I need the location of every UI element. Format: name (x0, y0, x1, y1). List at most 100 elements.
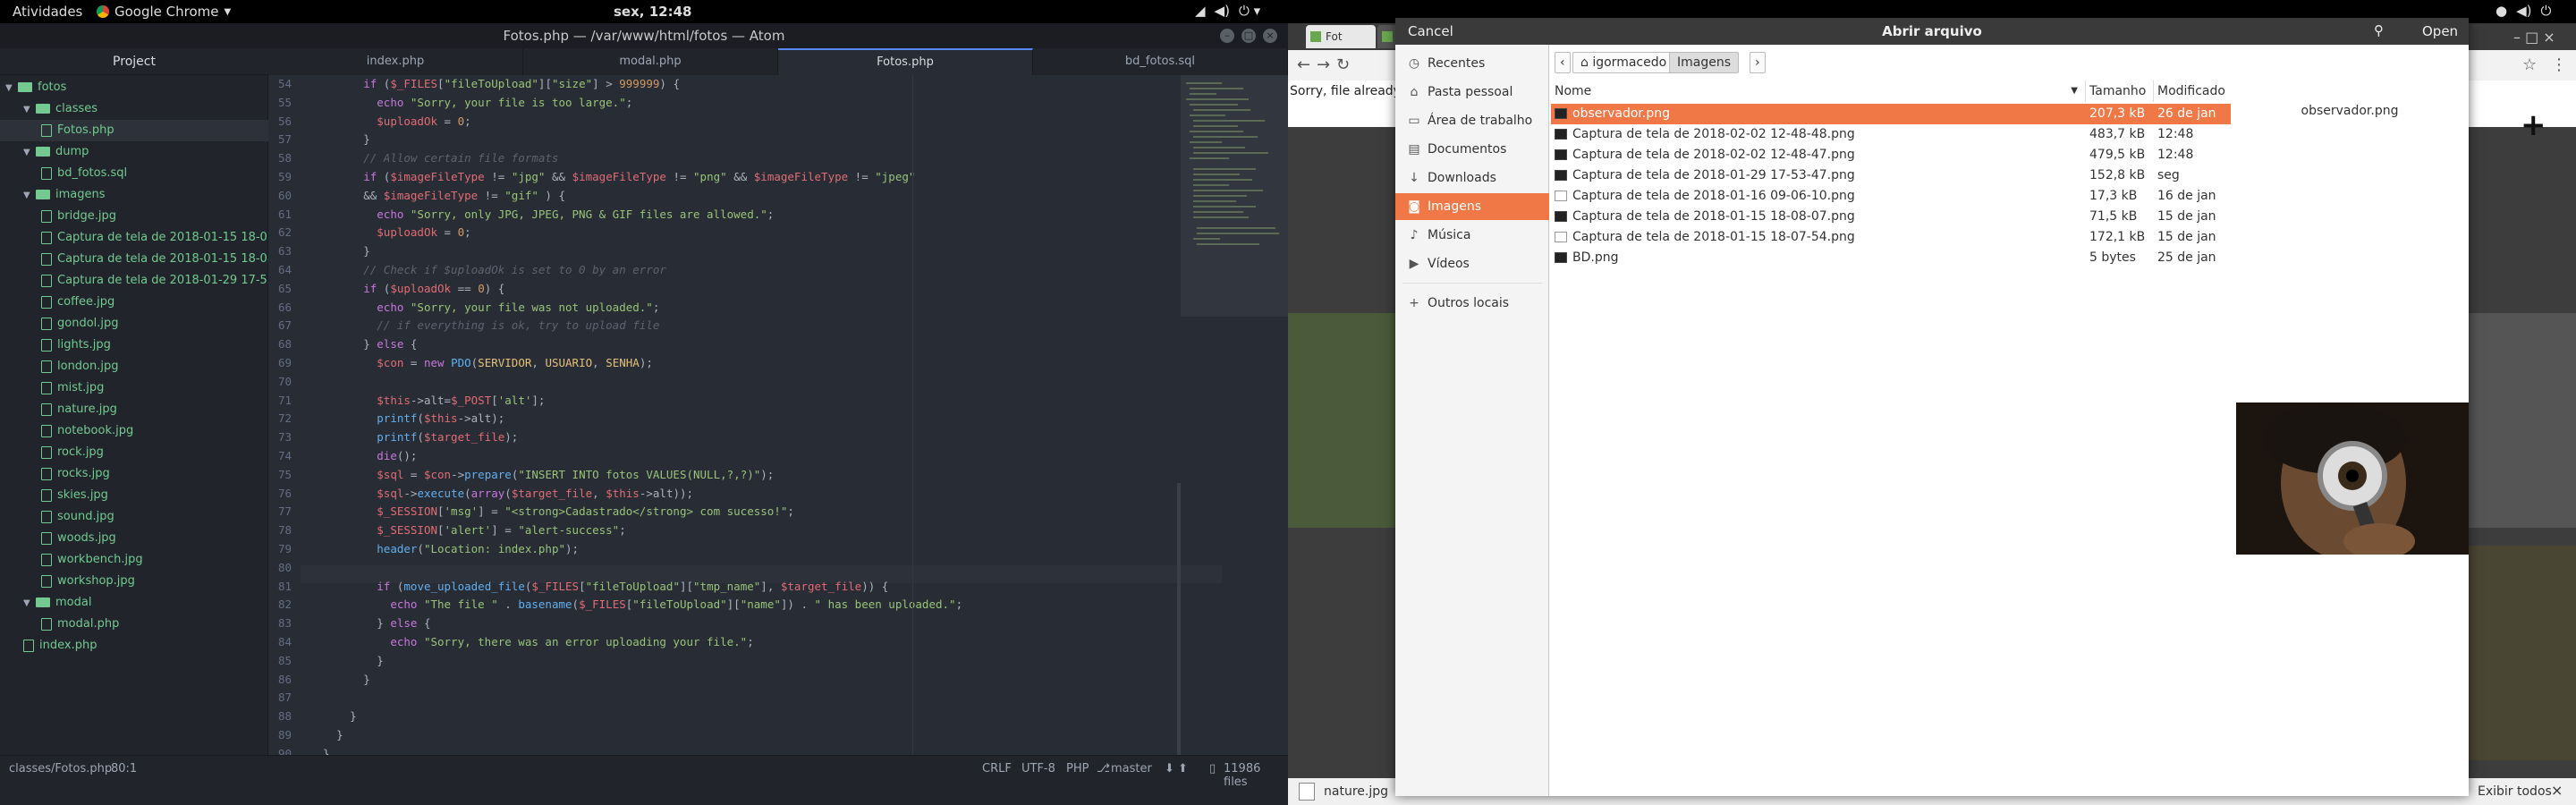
power-icon[interactable]: ⏻ ▾ (1239, 3, 1260, 19)
tree-file[interactable]: london.jpg (0, 356, 268, 377)
menu-icon[interactable]: ⋮ (2551, 55, 2567, 74)
editor-tab[interactable]: bd_fotos.sql (1033, 48, 1288, 75)
tree-file[interactable]: Fotos.php (0, 120, 268, 141)
tree-file[interactable]: workbench.jpg (0, 549, 268, 571)
chevron-down-icon[interactable]: ▼ (5, 78, 18, 98)
code-editor[interactable]: 54 if ($_FILES["fileToUpload"]["size"] >… (268, 75, 1288, 755)
file-row[interactable]: BD.png 5 bytes 25 de jan (1551, 248, 2231, 268)
close-icon[interactable]: × (2551, 782, 2563, 799)
tree-folder[interactable]: ▼ imagens (0, 184, 268, 206)
tree-folder[interactable]: ▼ modal (0, 592, 268, 614)
power-icon-2[interactable]: ⏻ (2540, 3, 2551, 19)
file-row[interactable]: Captura de tela de 2018-01-16 09-06-10.p… (1551, 186, 2231, 207)
column-size[interactable]: Tamanho (2086, 80, 2154, 102)
status-encoding[interactable]: UTF-8 (1021, 762, 1055, 775)
status-branch[interactable]: master (1111, 762, 1152, 775)
tree-folder[interactable]: ▼ classes (0, 98, 268, 120)
tree-file[interactable]: notebook.jpg (0, 420, 268, 442)
place-item[interactable]: ◙ Imagens (1395, 193, 1549, 220)
place-item[interactable]: ▤ Documentos (1395, 136, 1549, 163)
tree-file[interactable]: bridge.jpg (0, 206, 268, 227)
back-icon[interactable]: ← (1297, 55, 1310, 74)
clock[interactable]: sex, 12:48 (614, 4, 691, 20)
user-icon[interactable]: ● (2496, 3, 2507, 19)
tree-file[interactable]: Captura de tela de 2018-01-29 17-53-47.p (0, 270, 268, 292)
tree-file[interactable]: index.php (0, 635, 268, 657)
maximize-icon[interactable]: □ (1241, 29, 1256, 43)
status-file-count[interactable]: 11986 files (1224, 762, 1288, 789)
forward-icon[interactable]: → (1317, 55, 1330, 74)
column-modified[interactable]: Modificado (2154, 80, 2231, 102)
activities-button[interactable]: Atividades (13, 4, 82, 20)
tree-file[interactable]: gondol.jpg (0, 313, 268, 335)
tree-file[interactable]: workshop.jpg (0, 571, 268, 592)
place-item[interactable]: ◷ Recentes (1395, 50, 1549, 77)
tree-file[interactable]: Captura de tela de 2018-01-15 18-07-54.p (0, 227, 268, 249)
chevron-down-icon[interactable]: ▼ (23, 185, 36, 206)
project-header[interactable]: Project (0, 48, 268, 75)
place-item[interactable]: ▶ Vídeos (1395, 250, 1549, 277)
path-forward-icon[interactable]: › (1750, 52, 1766, 73)
close-icon[interactable]: × (1263, 29, 1277, 43)
place-item[interactable]: + Outros locais (1395, 290, 1549, 317)
place-item[interactable]: ♪ Música (1395, 222, 1549, 249)
show-all-downloads[interactable]: Exibir todos (2478, 784, 2552, 799)
place-item[interactable]: ▭ Área de trabalho (1395, 107, 1549, 134)
tree-file[interactable]: rocks.jpg (0, 463, 268, 485)
cancel-button[interactable]: Cancel (1408, 23, 1453, 39)
place-item[interactable]: ⌂ Pasta pessoal (1395, 79, 1549, 106)
status-grammar[interactable]: PHP (1066, 762, 1089, 775)
file-row[interactable]: Captura de tela de 2018-02-02 12-48-47.p… (1551, 145, 2231, 165)
star-icon[interactable]: ☆ (2522, 55, 2537, 74)
tree-file[interactable]: nature.jpg (0, 399, 268, 420)
file-row[interactable]: Captura de tela de 2018-01-15 18-08-07.p… (1551, 207, 2231, 227)
tree-file[interactable]: bd_fotos.sql (0, 163, 268, 184)
tree-file[interactable]: woods.jpg (0, 528, 268, 549)
gallery-image[interactable] (1288, 313, 1395, 528)
tree-file[interactable]: skies.jpg (0, 485, 268, 506)
tree-file[interactable]: sound.jpg (0, 506, 268, 528)
chevron-down-icon[interactable]: ▼ (23, 142, 36, 163)
file-row[interactable]: Captura de tela de 2018-01-29 17-53-47.p… (1551, 165, 2231, 186)
download-item[interactable]: nature.jpg (1324, 784, 1388, 799)
status-line-ending[interactable]: CRLF (982, 762, 1012, 775)
tree-file[interactable]: rock.jpg (0, 442, 268, 463)
editor-tab[interactable]: Fotos.php (778, 48, 1033, 75)
open-button[interactable]: Open (2422, 23, 2458, 39)
chevron-down-icon[interactable]: ▼ (23, 593, 36, 614)
tree-file[interactable]: modal.php (0, 614, 268, 635)
volume-icon-2[interactable]: ◀) (2516, 3, 2531, 19)
volume-icon[interactable]: ◀) (1215, 3, 1230, 19)
wifi-icon[interactable]: ◢ (1195, 3, 1206, 19)
tree-folder[interactable]: ▼ dump (0, 141, 268, 163)
chevron-down-icon[interactable]: ▼ (23, 99, 36, 120)
search-icon[interactable]: ⚲ (2374, 22, 2384, 38)
reload-icon[interactable]: ↻ (1336, 55, 1350, 74)
file-row[interactable]: observador.png 207,3 kB 26 de jan (1551, 104, 2231, 124)
window-controls-chrome[interactable]: – □ × (2513, 29, 2555, 46)
tree-file[interactable]: coffee.jpg (0, 292, 268, 313)
path-back-icon[interactable]: ‹ (1555, 52, 1571, 73)
path-segment-current[interactable]: Imagens (1669, 52, 1740, 73)
tree-file[interactable]: Captura de tela de 2018-01-15 18-08-07.p (0, 249, 268, 270)
tree-file[interactable]: mist.jpg (0, 377, 268, 399)
path-segment-home[interactable]: ⌂ igormacedo (1572, 52, 1675, 73)
fetch-icon[interactable]: ⬇ ⬆ (1165, 762, 1188, 775)
minimap[interactable] (1181, 75, 1288, 317)
status-file-path[interactable]: classes/Fotos.php (9, 762, 112, 775)
chrome-tab-active[interactable]: Fot (1306, 25, 1376, 48)
file-row[interactable]: Captura de tela de 2018-02-02 12-48-48.p… (1551, 124, 2231, 145)
vertical-scrollbar[interactable] (1177, 483, 1181, 755)
add-icon[interactable]: + (2521, 107, 2546, 143)
column-name[interactable]: Nome ▼ (1551, 80, 2086, 102)
tree-folder[interactable]: ▼ fotos (0, 77, 268, 98)
app-menu[interactable]: Google Chrome ▼ (97, 4, 231, 20)
gallery-image[interactable] (2469, 546, 2576, 760)
tree-file[interactable]: lights.jpg (0, 335, 268, 356)
editor-tab[interactable]: modal.php (523, 48, 778, 75)
gallery-image[interactable] (2469, 313, 2576, 528)
file-row[interactable]: Captura de tela de 2018-01-15 18-07-54.p… (1551, 227, 2231, 248)
minimize-icon[interactable]: – (1220, 29, 1234, 43)
status-cursor-position[interactable]: 80:1 (111, 762, 137, 775)
editor-tab[interactable]: index.php (268, 48, 523, 75)
